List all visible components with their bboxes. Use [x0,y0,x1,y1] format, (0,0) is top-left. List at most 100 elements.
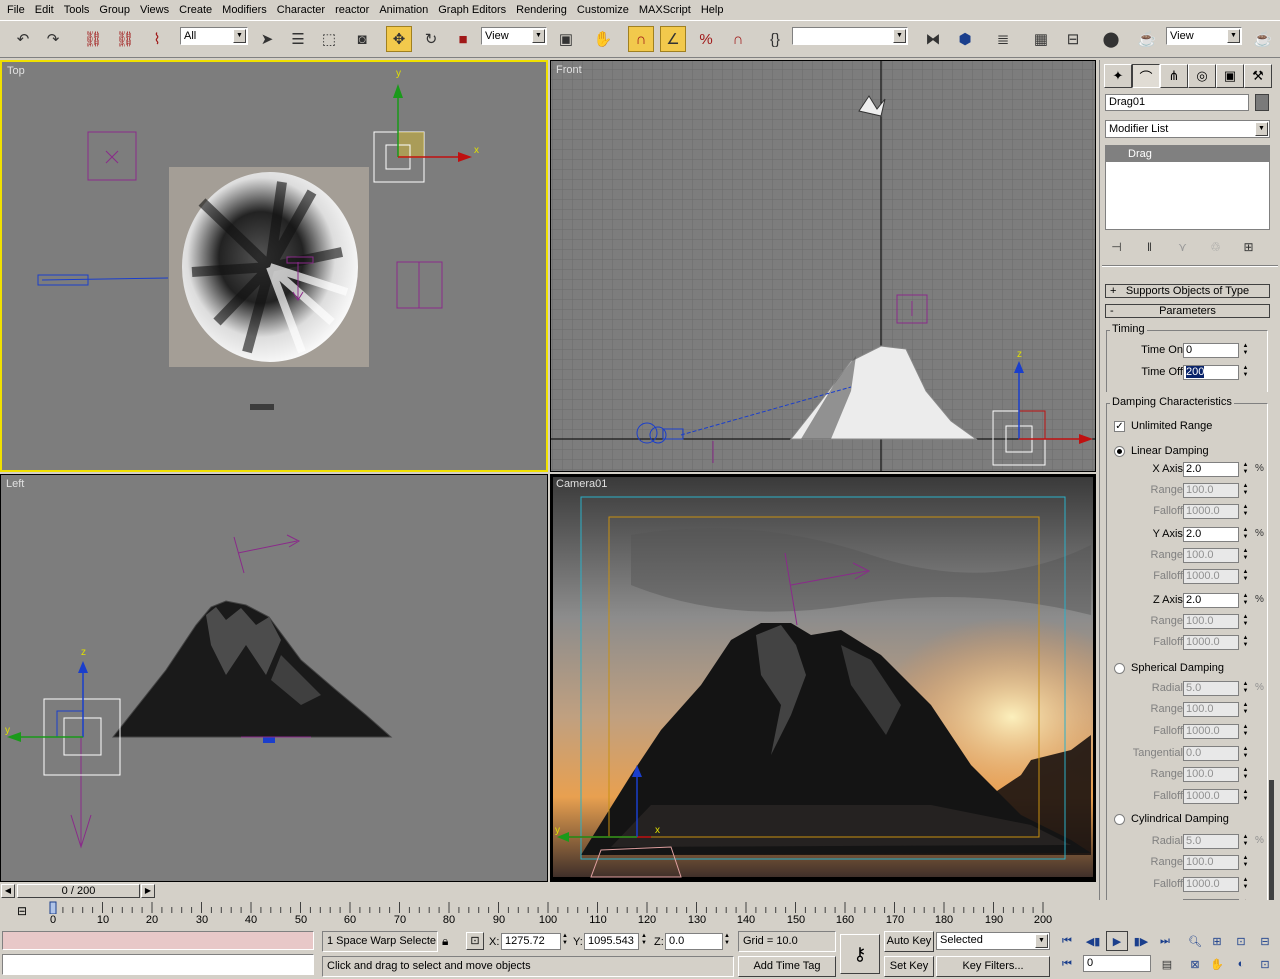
quick-render-icon[interactable]: ☕ [1250,26,1276,52]
go-to-end-icon[interactable]: ⏭ [1154,931,1176,951]
menu-modifiers[interactable]: Modifiers [217,0,272,20]
z-range-spinner[interactable]: 100.0 [1183,614,1239,629]
cyl-range-spinner[interactable]: 100.0 [1183,855,1239,870]
time-slider-thumb[interactable]: 0 / 200 [17,884,140,898]
menu-maxscript[interactable]: MAXScript [634,0,696,20]
x-range-spinner[interactable]: 100.0 [1183,483,1239,498]
time-off-spinner[interactable]: 200 [1183,365,1239,380]
menu-rendering[interactable]: Rendering [511,0,572,20]
chevron-left-icon[interactable]: ◀ [1,884,15,898]
sph-range-spinner[interactable]: 100.0 [1183,702,1239,717]
y-falloff-spinner[interactable]: 1000.0 [1183,569,1239,584]
drag-gizmo[interactable] [233,536,245,574]
redo-icon[interactable]: ↷ [40,26,66,52]
window-crossing-icon[interactable]: ◙ [349,26,375,52]
space-warp-gizmo[interactable] [87,131,137,181]
spinner-arrows-icon[interactable]: ▲▼ [641,933,647,947]
menu-reactor[interactable]: reactor [330,0,374,20]
configure-modifier-sets-icon[interactable]: ⊞ [1237,237,1260,257]
unlimited-range-checkbox[interactable]: ✓ [1114,421,1125,432]
zoom-all-icon[interactable]: ⊞ [1206,931,1228,951]
zoom-icon[interactable]: 🔍︎ [1184,931,1206,951]
set-key-button[interactable]: Set Key [884,956,934,977]
orbit-icon[interactable]: ◐ [1230,954,1252,974]
y-range-spinner[interactable]: 100.0 [1183,548,1239,563]
menu-file[interactable]: File [2,0,30,20]
cylindrical-damping-radio[interactable] [1114,814,1125,825]
motion-tab-icon[interactable]: ◎ [1188,64,1216,88]
remove-modifier-icon[interactable]: ♲ [1204,237,1227,257]
y-axis-spinner[interactable]: 2.0 [1183,527,1239,542]
key-mode-toggle-icon[interactable]: ⏮ [1056,954,1078,974]
time-on-spinner[interactable]: 0 [1183,343,1239,358]
cyl-falloff-spinner[interactable]: 1000.0 [1183,877,1239,892]
spinner-arrows-icon[interactable]: ▲▼ [1241,681,1250,696]
previous-frame-icon[interactable]: ◀▮ [1082,931,1104,951]
menu-tools[interactable]: Tools [59,0,95,20]
object-name-field[interactable]: Drag01 [1105,94,1249,111]
spinner-arrows-icon[interactable]: ▲▼ [1241,614,1250,629]
pan-icon[interactable]: ✋ [1206,954,1228,974]
z-coord-field[interactable]: 0.0 [665,933,723,950]
display-tab-icon[interactable]: ▣ [1216,64,1244,88]
snap-toggle-icon[interactable]: ∩ [628,26,654,52]
edit-named-selections-icon[interactable]: {} [762,26,788,52]
object-color-swatch[interactable] [1255,94,1269,111]
menu-group[interactable]: Group [94,0,135,20]
spinner-arrows-icon[interactable]: ▲▼ [1241,834,1250,849]
chevron-right-icon[interactable]: ▶ [141,884,155,898]
viewport-front[interactable]: z Front [550,60,1096,472]
command-panel-scrollbar[interactable] [1269,780,1274,920]
percent-snap-icon[interactable]: % [693,26,719,52]
menu-create[interactable]: Create [174,0,217,20]
reference-coordinate-dropdown[interactable]: View ▼ [481,27,547,45]
y-coord-field[interactable]: 1095.543 [584,933,639,950]
modify-tab-icon[interactable]: ⌒ [1132,64,1160,88]
viewport-label-left[interactable]: Left [6,478,24,490]
spinner-arrows-icon[interactable]: ▲▼ [1241,702,1250,717]
viewport-label-top[interactable]: Top [7,65,25,77]
maxscript-listener-white[interactable] [2,954,314,975]
spinner-arrows-icon[interactable]: ▲▼ [1241,569,1250,584]
maximize-viewport-icon[interactable]: ⊡ [1254,954,1276,974]
hierarchy-tab-icon[interactable]: ⋔ [1160,64,1188,88]
time-configuration-icon[interactable]: ▤ [1156,954,1178,974]
track-bar[interactable]: ⊟ 0 10 20 30 40 50 60 70 80 90 100 110 1… [0,900,1280,928]
spinner-arrows-icon[interactable]: ▲▼ [1241,724,1250,739]
align-icon[interactable]: ⬢ [952,26,978,52]
spinner-arrows-icon[interactable]: ▲▼ [1241,343,1250,358]
angle-snap-icon[interactable]: ∠ [660,26,686,52]
sph-tangential-spinner[interactable]: 0.0 [1183,746,1239,761]
menu-customize[interactable]: Customize [572,0,634,20]
viewport-left[interactable]: z y Left [0,474,548,882]
spinner-arrows-icon[interactable]: ▲▼ [1241,365,1250,380]
play-icon[interactable]: ▶ [1106,931,1128,951]
schematic-view-icon[interactable]: ⊟ [1060,26,1086,52]
link-icon[interactable]: ⛓ [80,26,106,52]
stack-item-drag[interactable]: Drag [1106,146,1269,162]
z-axis-spinner[interactable]: 2.0 [1183,593,1239,608]
pivot-center-icon[interactable]: ▣ [553,26,579,52]
spinner-arrows-icon[interactable]: ▲▼ [1241,877,1250,892]
material-editor-icon[interactable]: ⬤ [1098,26,1124,52]
spinner-arrows-icon[interactable]: ▲▼ [1241,767,1250,782]
bind-space-warp-icon[interactable]: ⌇ [144,26,170,52]
sph-falloff-spinner[interactable]: 1000.0 [1183,724,1239,739]
menu-character[interactable]: Character [272,0,330,20]
spinner-arrows-icon[interactable]: ▲▼ [1241,789,1250,804]
rotate-icon[interactable]: ↻ [418,26,444,52]
key-mode-dropdown[interactable]: Selected ▼ [936,932,1050,950]
undo-icon[interactable]: ↶ [10,26,36,52]
add-time-tag-button[interactable]: Add Time Tag [738,956,836,977]
go-to-start-icon[interactable]: ⏮ [1056,931,1078,951]
zoom-extents-icon[interactable]: ⊡ [1230,931,1252,951]
create-tab-icon[interactable]: ✦ [1104,64,1132,88]
spinner-arrows-icon[interactable]: ▲▼ [1241,504,1250,519]
spinner-arrows-icon[interactable]: ▲▼ [1241,635,1250,650]
scale-icon[interactable]: ■ [450,26,476,52]
key-filters-button[interactable]: Key Filters... [936,956,1050,977]
manipulate-icon[interactable]: ✋ [590,26,616,52]
rectangular-selection-icon[interactable]: ⬚ [316,26,342,52]
curve-editor-icon[interactable]: ▦ [1028,26,1054,52]
absolute-mode-icon[interactable]: ⊡ [466,932,484,950]
